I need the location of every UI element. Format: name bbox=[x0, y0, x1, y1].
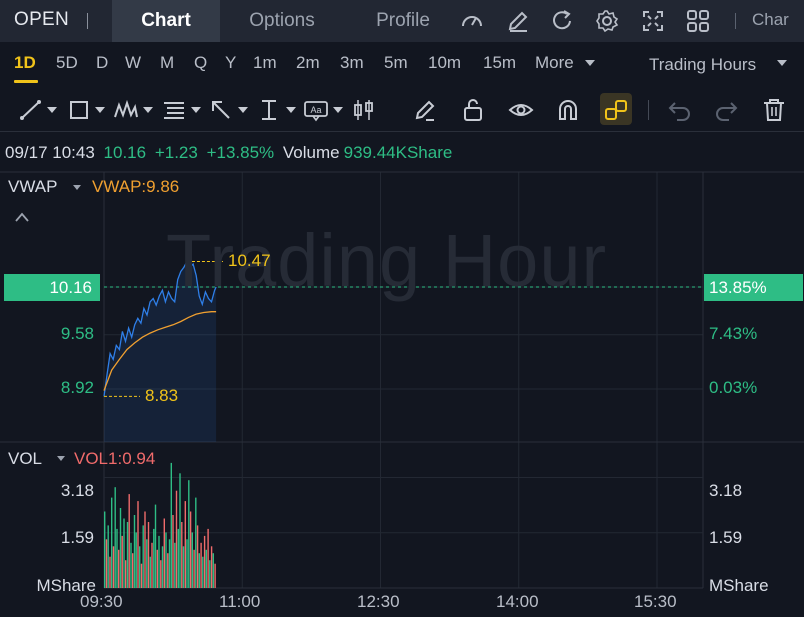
pct-axis-label: 7.43% bbox=[709, 324, 758, 343]
price-axis-label: 8.92 bbox=[60, 378, 94, 397]
volume-bar bbox=[114, 487, 116, 588]
volume-bar bbox=[205, 549, 207, 588]
volume-bar bbox=[165, 532, 167, 588]
volume-axis-label: 1.59 bbox=[60, 528, 94, 547]
volume-bar bbox=[158, 535, 160, 588]
volume-bar bbox=[153, 528, 155, 588]
collapse-up-icon[interactable] bbox=[14, 211, 30, 223]
volume-bar bbox=[151, 542, 153, 588]
volume-bar bbox=[147, 522, 150, 588]
volume-bar bbox=[128, 494, 130, 588]
volume-bar bbox=[144, 511, 146, 588]
volume-bar bbox=[163, 518, 165, 588]
current-price-tag: 10.16 bbox=[4, 274, 100, 301]
volume-bar bbox=[174, 542, 176, 588]
volume-axis-label: 3.18 bbox=[709, 481, 743, 500]
time-axis-label: 12:30 bbox=[357, 592, 400, 611]
current-pct-tag: 13.85% bbox=[704, 274, 803, 301]
volume-bar bbox=[104, 511, 106, 588]
volume-bar bbox=[202, 556, 204, 588]
volume-bar bbox=[118, 549, 120, 588]
volume-bar bbox=[175, 490, 178, 588]
volume-bar bbox=[146, 539, 148, 588]
volume-bar bbox=[105, 539, 108, 588]
volume-bar bbox=[188, 480, 190, 588]
high-price-label: 10.47 bbox=[228, 251, 271, 270]
volume-bar bbox=[160, 560, 162, 588]
pct-axis-label: 0.03% bbox=[709, 378, 758, 397]
volume-bar bbox=[189, 511, 192, 588]
volume-bar bbox=[154, 504, 157, 588]
volume-bar bbox=[140, 563, 143, 588]
volume-bar bbox=[137, 501, 139, 588]
low-price-label: 8.83 bbox=[145, 386, 179, 405]
volume-bar bbox=[170, 462, 172, 588]
volume-bar bbox=[161, 546, 164, 588]
volume-bar bbox=[191, 532, 193, 588]
volume-axis-label: 3.18 bbox=[60, 481, 94, 500]
volume-unit-label: MShare bbox=[709, 576, 769, 595]
indicator-vol-value: VOL1:0.94 bbox=[74, 449, 156, 468]
volume-bar bbox=[132, 553, 134, 588]
volume-bar bbox=[207, 528, 209, 588]
volume-bar bbox=[149, 556, 151, 588]
volume-bar bbox=[196, 525, 199, 588]
volume-bar bbox=[133, 515, 136, 588]
volume-bar bbox=[181, 522, 183, 588]
volume-bar bbox=[167, 553, 169, 588]
price-axis-label: 9.58 bbox=[60, 324, 94, 343]
volume-bar bbox=[193, 549, 195, 588]
volume-bar bbox=[209, 560, 211, 588]
volume-bar bbox=[168, 539, 171, 588]
indicator-vwap-caret-icon[interactable] bbox=[73, 185, 81, 190]
volume-bar bbox=[198, 553, 200, 588]
volume-bar bbox=[210, 546, 213, 588]
volume-bar bbox=[203, 535, 206, 588]
volume-bar bbox=[123, 518, 125, 588]
volume-bar bbox=[182, 546, 185, 588]
volume-bar bbox=[119, 508, 122, 588]
chart-canvas[interactable] bbox=[0, 0, 804, 617]
indicator-vwap-label[interactable]: VWAP bbox=[8, 177, 57, 197]
volume-bar bbox=[130, 542, 132, 588]
volume-bar bbox=[142, 525, 144, 588]
time-axis-label: 15:30 bbox=[634, 592, 677, 611]
volume-bar bbox=[139, 546, 141, 588]
time-axis-label: 09:30 bbox=[80, 592, 123, 611]
volume-axis-label: 1.59 bbox=[709, 528, 743, 547]
indicator-vol-label[interactable]: VOL bbox=[8, 449, 42, 469]
volume-bar bbox=[125, 560, 127, 588]
volume-bar bbox=[121, 535, 123, 588]
volume-bar bbox=[212, 553, 214, 588]
volume-bar bbox=[112, 546, 115, 588]
volume-bar bbox=[184, 501, 186, 588]
indicator-vwap-value: VWAP:9.86 bbox=[92, 177, 180, 196]
volume-bar bbox=[172, 515, 174, 588]
volume-bar bbox=[107, 525, 109, 588]
time-axis-label: 14:00 bbox=[496, 592, 539, 611]
volume-bar bbox=[135, 532, 137, 588]
volume-bar bbox=[214, 563, 216, 588]
volume-bar bbox=[186, 539, 188, 588]
volume-bar bbox=[195, 497, 197, 588]
volume-bar bbox=[126, 522, 129, 588]
volume-bar bbox=[111, 497, 113, 588]
volume-bar bbox=[116, 528, 118, 588]
volume-bar bbox=[200, 542, 202, 588]
volume-bar bbox=[179, 473, 181, 588]
indicator-vol-caret-icon[interactable] bbox=[57, 456, 65, 461]
volume-bar bbox=[156, 549, 158, 588]
volume-bar bbox=[177, 528, 179, 588]
volume-bar bbox=[109, 556, 111, 588]
time-axis-label: 11:00 bbox=[219, 592, 261, 611]
